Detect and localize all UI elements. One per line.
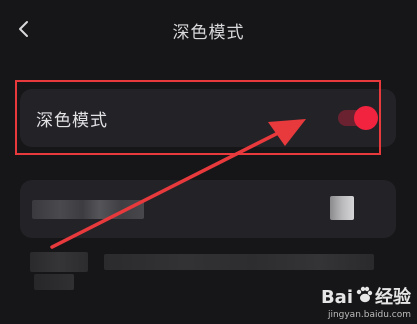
paw-icon [355, 286, 373, 309]
top-nav-bar: 深色模式 [0, 0, 417, 62]
pixelated-value [330, 196, 354, 220]
page-title: 深色模式 [172, 23, 245, 43]
toggle-knob [354, 106, 378, 130]
pixelated-text-block [30, 252, 88, 272]
dark-mode-setting-row[interactable]: 深色模式 [20, 89, 396, 147]
pixelated-label [32, 200, 144, 219]
watermark-brand: Bai 经验 [320, 286, 411, 309]
blurred-setting-row[interactable] [20, 180, 396, 238]
watermark-url: jingyan.baidu.com [327, 310, 411, 320]
baidu-jingyan-watermark: Bai 经验 jingyan.baidu.com [321, 286, 411, 320]
dark-mode-settings-screen: 深色模式 深色模式 Bai 经验 jingyan.baidu.com [0, 0, 417, 324]
pixelated-text-block [104, 254, 374, 270]
dark-mode-toggle[interactable] [338, 106, 378, 130]
pixelated-text-block [34, 274, 74, 290]
dark-mode-label: 深色模式 [36, 111, 108, 131]
